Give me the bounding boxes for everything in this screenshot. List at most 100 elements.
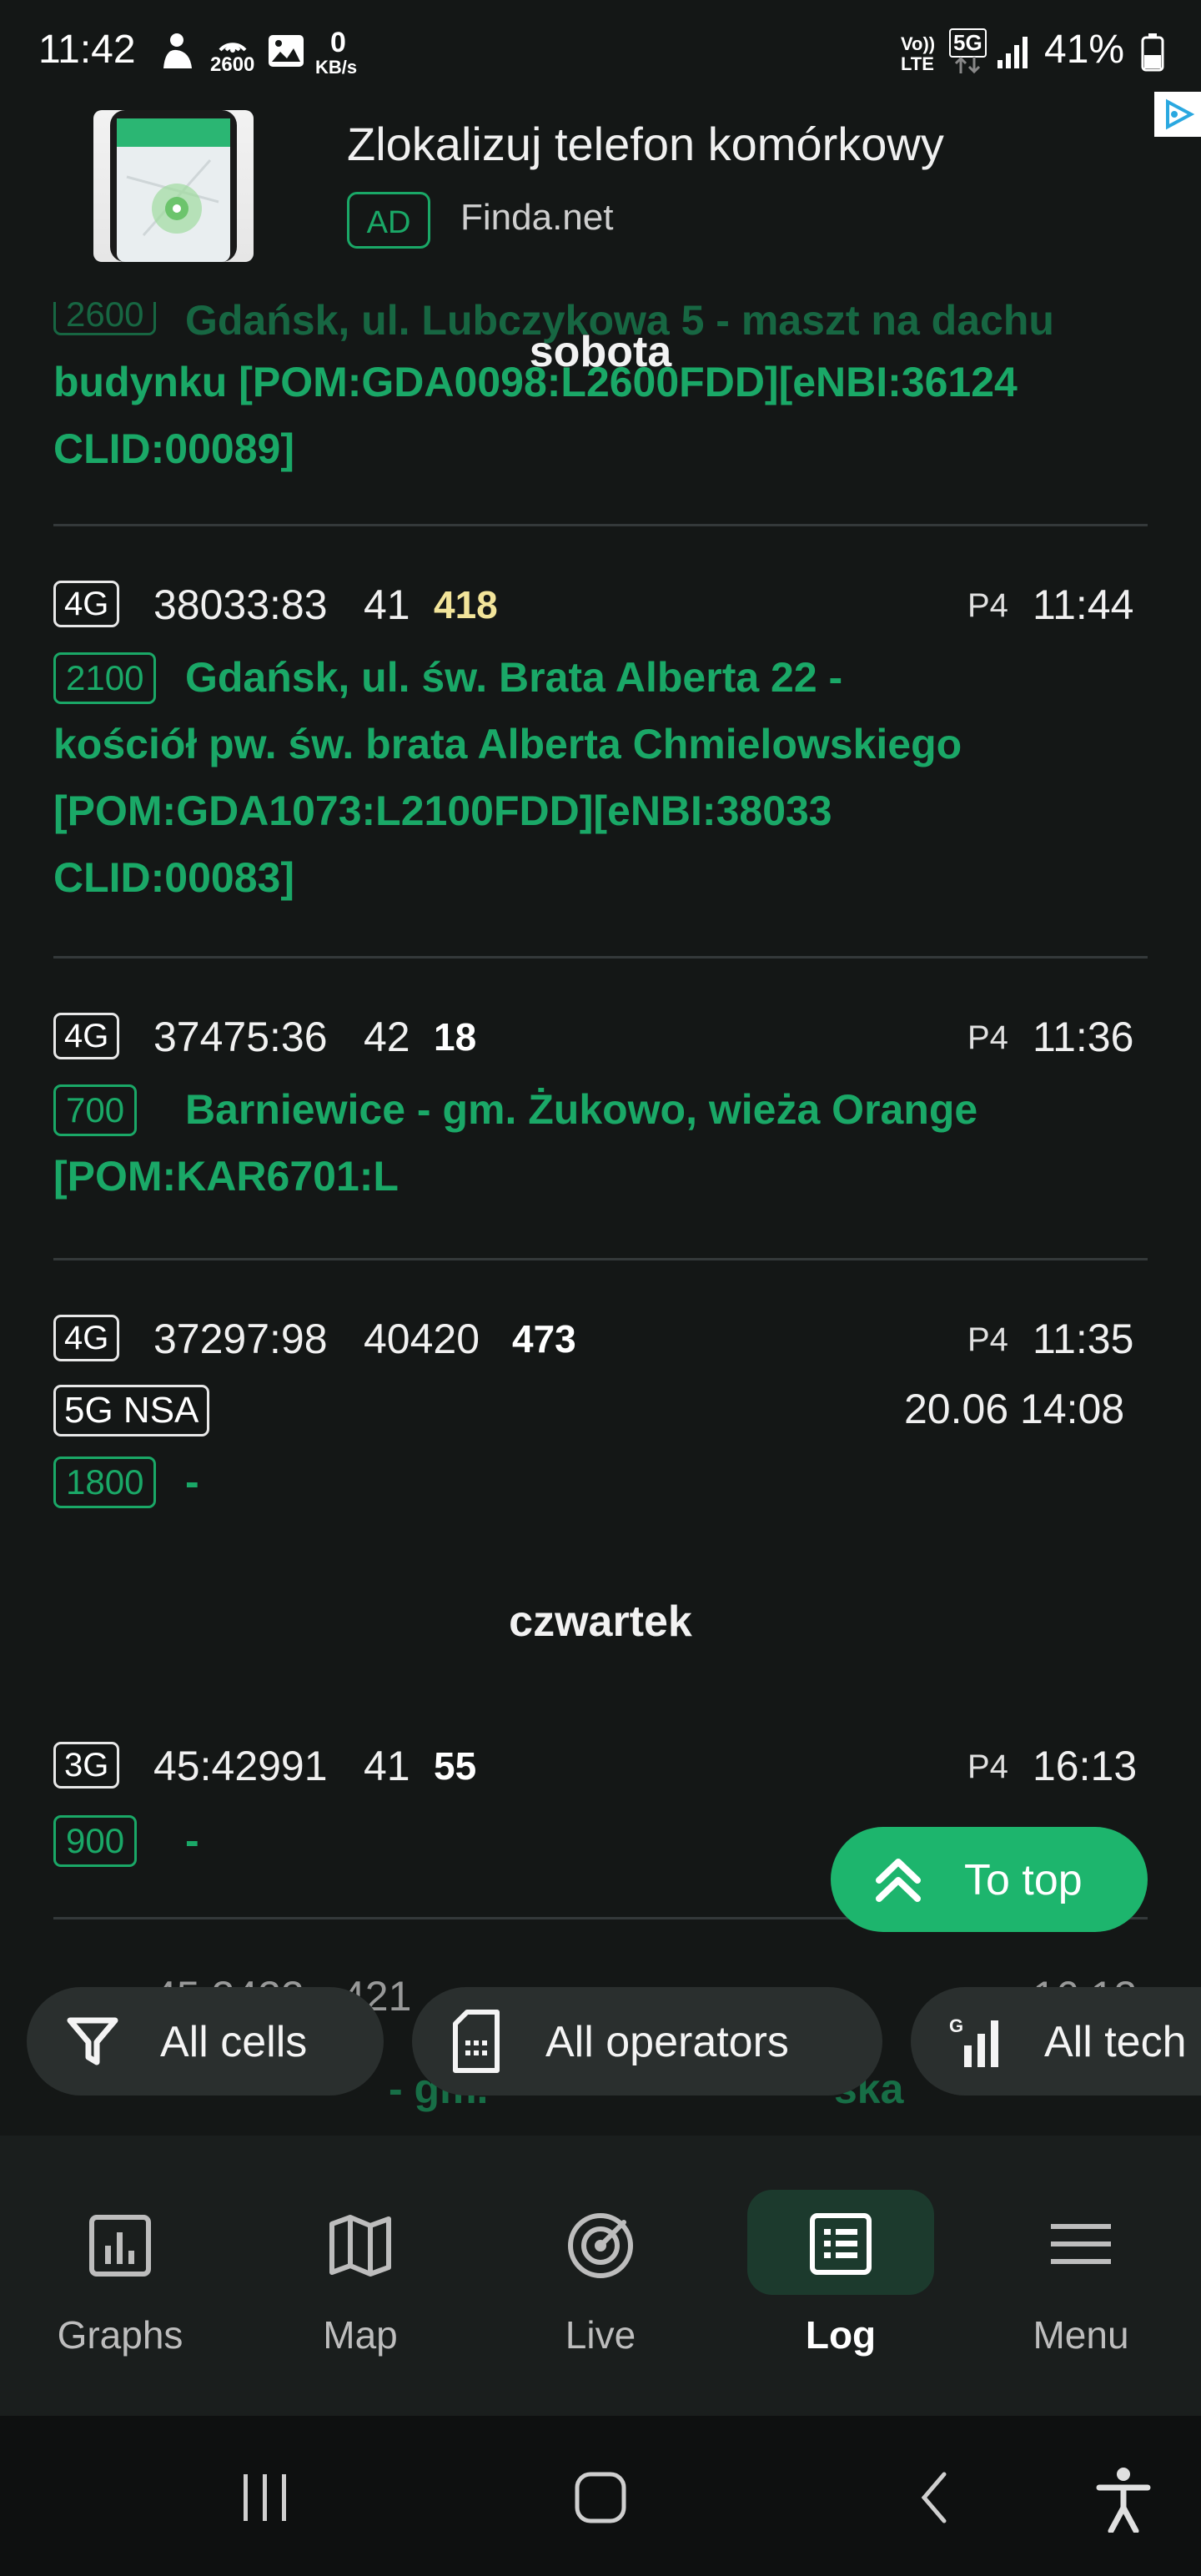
pci-value: 41 — [364, 581, 410, 628]
entry-time: 16:13 — [1033, 1743, 1138, 1789]
nav-item-map[interactable]: Map — [240, 2136, 480, 2416]
nav-item-menu[interactable]: Menu — [961, 2136, 1201, 2416]
tech-badge: 4G — [53, 1315, 120, 1361]
nav-item-live[interactable]: Live — [480, 2136, 721, 2416]
location-line: Gdańsk, ul. św. Brata Alberta 22 - — [185, 654, 843, 701]
divider — [53, 524, 1148, 526]
tech-badge: 4G — [53, 581, 120, 627]
sticky-day-header: sobota — [529, 328, 672, 376]
ad-title[interactable]: Zlokalizuj telefon komórkowy — [347, 117, 944, 171]
gallery-icon — [267, 33, 305, 73]
count-value: 418 — [434, 583, 498, 626]
signal-strength-icon — [996, 35, 1029, 74]
cell-id: 37297:98 — [153, 1316, 328, 1362]
band-badge: 1800 — [53, 1457, 157, 1508]
nav-label: Log — [805, 2313, 877, 2357]
band-badge: 2100 — [53, 652, 157, 704]
day-header: czwartek — [509, 1597, 692, 1646]
filter-chip-tech[interactable]: G All tech — [911, 1987, 1201, 2096]
filter-chip-cells[interactable]: All cells — [27, 1987, 384, 2096]
log-entry[interactable]: 4G 38033:83 41 418 P4 11:44 2100 Gdańsk,… — [0, 527, 1201, 961]
double-chevron-up-icon — [871, 1852, 926, 1911]
cell-id: 45:42991 — [153, 1743, 328, 1789]
sim-card-icon — [449, 2009, 504, 2078]
hamburger-icon — [1048, 2219, 1114, 2273]
location-line: - — [185, 1817, 199, 1864]
filter-label: All tech — [1044, 2018, 1187, 2066]
ad-phone-image — [93, 110, 254, 262]
net-speed-unit: KB/s — [315, 57, 358, 78]
ad-badge: AD — [347, 192, 430, 249]
person-notification-icon — [158, 32, 197, 76]
battery-icon — [1141, 33, 1164, 76]
entry-time: 11:36 — [1033, 1014, 1134, 1060]
pci-value: 40420 — [364, 1316, 480, 1362]
map-icon — [327, 2212, 394, 2283]
log-entry[interactable]: 4G 37475:36 42 18 P4 11:36 700 Barniewic… — [0, 959, 1201, 1260]
ad-choices-icon[interactable] — [1154, 92, 1201, 137]
svg-text:G: G — [949, 2015, 963, 2036]
band-badge: 900 — [53, 1815, 138, 1867]
tech-badge: 3G — [53, 1742, 120, 1789]
tech-badge-secondary: 5G NSA — [53, 1385, 210, 1436]
to-top-label: To top — [964, 1856, 1083, 1904]
operator-label: P4 — [967, 1748, 1008, 1785]
nav-item-log[interactable]: Log — [721, 2136, 961, 2416]
location-line: [POM:GDA1073:L2100FDD][eNBI:38033 — [53, 787, 832, 834]
recent-apps-icon[interactable] — [239, 2473, 292, 2527]
nav-item-graphs[interactable]: Graphs — [0, 2136, 240, 2416]
filter-label: All operators — [545, 2018, 789, 2066]
log-entry-partial[interactable]: 2600 Gdańsk, ul. Lubczykowa 5 - maszt na… — [0, 275, 1201, 526]
operator-label: P4 — [967, 1321, 1008, 1358]
divider — [53, 956, 1148, 958]
band-badge: 700 — [53, 1084, 138, 1136]
ad-domain[interactable]: Finda.net — [460, 197, 613, 239]
pci-value: 42 — [364, 1014, 410, 1060]
status-bar: 11:42 2600 0 KB/s Vo)) LTE 5G 41% — [0, 0, 1201, 92]
location-line: CLID:00089] — [53, 425, 294, 472]
location-line: kościół pw. św. brata Alberta Chmielowsk… — [53, 721, 962, 767]
location-line: Barniewice - gm. Żukowo, wieża Orange — [185, 1086, 978, 1133]
bar-chart-icon — [88, 2214, 152, 2282]
divider — [53, 1258, 1148, 1260]
entry-time-secondary: 20.06 14:08 — [904, 1386, 1125, 1432]
nav-label: Map — [323, 2313, 398, 2357]
ad-banner[interactable]: Zlokalizuj telefon komórkowy AD Finda.ne… — [0, 92, 1201, 275]
log-list-icon — [809, 2212, 872, 2280]
count-value: 18 — [434, 1015, 477, 1059]
volte-top: Vo)) — [901, 33, 936, 54]
nav-label: Menu — [1033, 2313, 1129, 2357]
entry-time: 11:35 — [1033, 1316, 1134, 1362]
filter-chip-operators[interactable]: All operators — [412, 1987, 882, 2096]
nav-label: Live — [565, 2313, 636, 2357]
cell-id: 38033:83 — [153, 581, 328, 628]
entry-time: 11:44 — [1033, 581, 1134, 628]
pci-value: 41 — [364, 1743, 410, 1789]
nav-label: Graphs — [57, 2313, 183, 2357]
accessibility-icon[interactable] — [1096, 2466, 1151, 2537]
filter-icon — [63, 2012, 122, 2075]
status-band-badge: 2600 — [210, 53, 255, 76]
count-value: 55 — [434, 1744, 477, 1788]
radar-icon — [565, 2211, 636, 2285]
network-type-badge: 5G — [949, 28, 987, 58]
count-value: 473 — [512, 1317, 576, 1361]
location-line: CLID:00083] — [53, 854, 294, 901]
cell-id: 37475:36 — [153, 1014, 328, 1060]
data-arrows-icon — [951, 55, 984, 79]
signal-bars-icon: G — [947, 2012, 1006, 2075]
system-nav-bar — [0, 2416, 1201, 2576]
to-top-button[interactable]: To top — [831, 1827, 1148, 1932]
operator-label: P4 — [967, 1019, 1008, 1056]
operator-label: P4 — [967, 587, 1008, 624]
back-icon[interactable] — [917, 2471, 951, 2528]
status-time: 11:42 — [38, 28, 136, 72]
location-line: - — [185, 1458, 199, 1505]
net-speed-value: 0 — [330, 27, 346, 58]
bottom-nav: Graphs Map Live Log Menu — [0, 2136, 1201, 2416]
home-icon[interactable] — [574, 2471, 627, 2528]
volte-bottom: LTE — [901, 53, 934, 74]
battery-percent: 41% — [1044, 28, 1125, 72]
log-entry[interactable]: 4G 37297:98 40420 473 P4 11:35 5G NSA 20… — [0, 1261, 1201, 1545]
location-line: [POM:KAR6701:L — [53, 1153, 399, 1200]
